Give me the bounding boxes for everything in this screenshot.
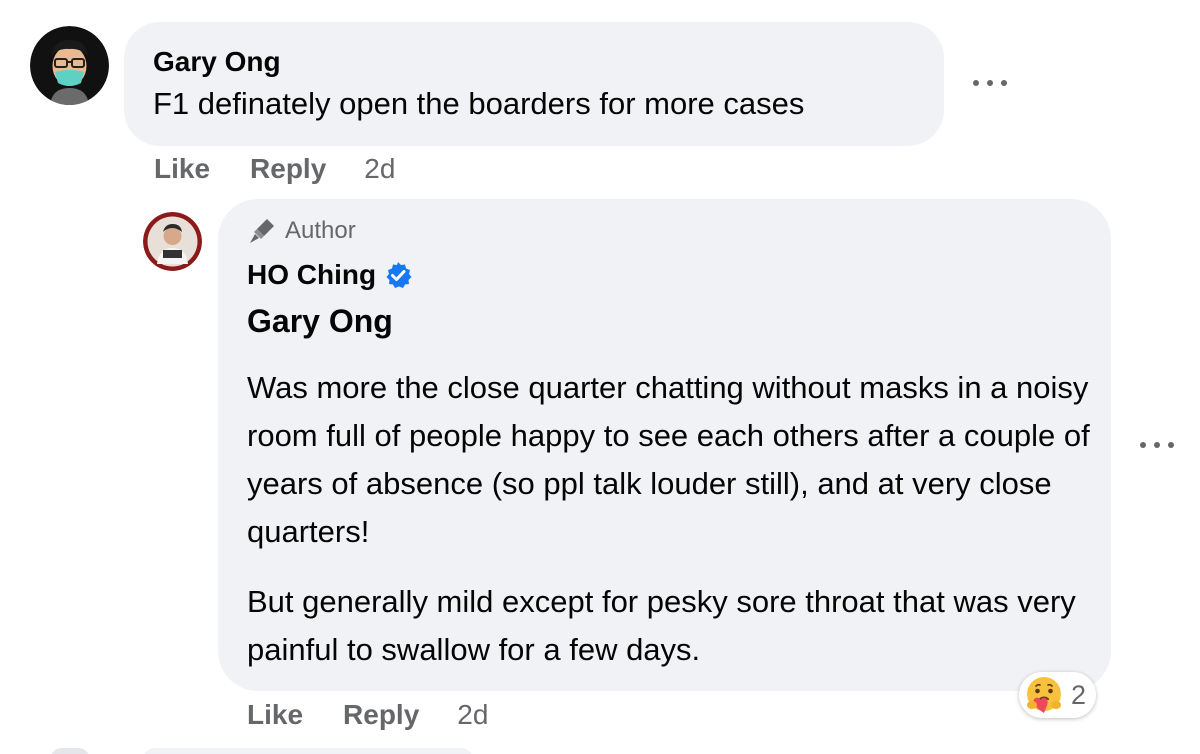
like-button[interactable]: Like	[247, 699, 303, 731]
reply-timestamp[interactable]: 2d	[457, 699, 488, 731]
avatar-gary-ong[interactable]	[30, 26, 109, 105]
like-button[interactable]: Like	[154, 153, 210, 185]
care-emoji-icon	[1027, 677, 1061, 713]
reply-paragraph: But generally mild except for pesky sore…	[247, 584, 1076, 667]
next-comment-avatar-edge	[50, 748, 90, 754]
avatar-ho-ching[interactable]	[143, 212, 202, 271]
more-options-icon[interactable]	[973, 76, 1007, 90]
reply-actions: Like Reply 2d	[247, 696, 488, 734]
comment-actions: Like Reply 2d	[154, 150, 395, 188]
reply-paragraph: Was more the close quarter chatting with…	[247, 370, 1090, 549]
comment-author-name[interactable]: Gary Ong	[153, 46, 281, 78]
microphone-icon	[250, 219, 274, 243]
comment-text: F1 definately open the boarders for more…	[153, 86, 805, 121]
more-options-icon[interactable]	[1140, 438, 1174, 452]
reply-button[interactable]: Reply	[343, 699, 419, 731]
reply-author-row: HO Ching	[247, 259, 412, 291]
verified-badge-icon	[386, 262, 412, 288]
mentioned-user-link[interactable]: Gary Ong	[247, 301, 393, 341]
reaction-count: 2	[1071, 679, 1087, 710]
reply-button[interactable]: Reply	[250, 153, 326, 185]
reaction-summary[interactable]: 2	[1019, 672, 1097, 718]
comment-thread: Gary Ong F1 definately open the boarders…	[0, 0, 1200, 754]
comment-timestamp[interactable]: 2d	[364, 153, 395, 185]
author-badge-label: Author	[285, 217, 356, 244]
reply-author-name[interactable]: HO Ching	[247, 259, 376, 291]
author-badge: Author	[247, 216, 356, 246]
next-comment-bubble-edge	[143, 748, 473, 754]
